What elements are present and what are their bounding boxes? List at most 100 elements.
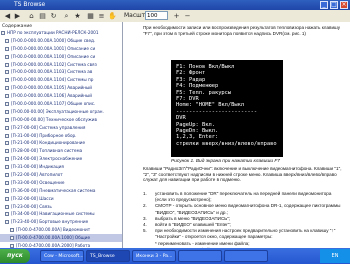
tree-item[interactable]: [П-00.0-000.00.00А.1000] Общие свед.	[0, 37, 122, 45]
tree-item[interactable]: [П-00.0-000.00.00А.1104] Системы пр	[0, 76, 122, 84]
tree-item-label: [П-22-00-00] Автопилот	[11, 172, 63, 178]
tree-item-label: [П-24-00-00] Электроснабжение	[11, 156, 83, 162]
list-icon[interactable]: ≡	[97, 12, 106, 20]
step-item: 1. установить в положение "DR" переключат…	[143, 191, 343, 203]
maximize-button[interactable]: □	[330, 1, 338, 9]
tree-item[interactable]: [П-00.0-000.00.00А.1105] Аварийный	[0, 84, 122, 92]
tree-item[interactable]: [П-24-00-00] Электроснабжение	[0, 155, 122, 163]
window-title: TS Browse	[14, 1, 46, 8]
step-number: 2.	[143, 203, 147, 209]
expand-toggle-icon[interactable]	[1, 31, 5, 35]
search-icon[interactable]: ⌕	[62, 12, 71, 20]
tree-item-label: [П-00-00-00.00] Техническое обслужив	[11, 116, 97, 122]
sidebar-tree: Содержание НПР по эксплуатации РАСНИ-РЕЛ…	[0, 22, 123, 248]
expand-toggle-icon[interactable]	[5, 180, 9, 185]
expand-toggle-icon[interactable]	[5, 86, 9, 91]
expand-toggle-icon[interactable]	[10, 228, 14, 233]
monitor-screen: F1: Понов Вкл/Выкл F2: Фронт F3: Радар F4: …	[171, 60, 283, 157]
expand-toggle-icon[interactable]	[5, 117, 9, 122]
tree-item-label: [П-34-00-00] Навигационные системы	[11, 211, 95, 217]
zoom-in-icon[interactable]: +	[172, 12, 181, 20]
zoom-input[interactable]: 100	[145, 11, 168, 20]
expand-toggle-icon[interactable]	[5, 38, 9, 43]
tree-item[interactable]: [П-36-00-00] Пневматическая система	[0, 187, 122, 195]
expand-toggle-icon[interactable]	[5, 188, 9, 193]
tree-item-label: [П-21-00-00] Кондиционирование	[11, 140, 86, 146]
minimize-button[interactable]: _	[320, 1, 328, 9]
tree-item[interactable]: [П-34-00-00] Навигационные системы	[0, 210, 122, 218]
expand-toggle-icon[interactable]	[5, 54, 9, 59]
expand-toggle-icon[interactable]	[5, 196, 9, 201]
tree-item[interactable]: [П-00.0-000.00.00А.1100] Описание си	[0, 53, 122, 61]
expand-toggle-icon[interactable]	[5, 173, 9, 178]
task-button[interactable]	[224, 250, 268, 262]
tree-item-label: [П-00.0-000.00.00А.1100] Описание си	[11, 53, 96, 59]
tree-item[interactable]: [П-23-00-00] Связь	[0, 203, 122, 211]
tree-item[interactable]: [П-33-00-00] Освещение	[0, 179, 122, 187]
tree-item[interactable]: [П-00.0-000.00.00А.1106] Аварийный	[0, 92, 122, 100]
tree-item[interactable]: НПР по эксплуатации РАСНИ-РЕЛСК-2001	[0, 29, 122, 37]
expand-toggle-icon[interactable]	[5, 204, 9, 209]
tree-item[interactable]: [П-00.0-000.00.00А.1103] Система ав	[0, 68, 122, 76]
tree-item[interactable]: [П-00-00-00.00] Техническое обслужив	[0, 116, 122, 124]
tree-item[interactable]: [П-00.0-000.00.00А.1107] Общие опис.	[0, 100, 122, 108]
title-bar: TS Browse _ □ ×	[0, 0, 350, 10]
expand-toggle-icon[interactable]	[10, 236, 14, 241]
expand-toggle-icon[interactable]	[5, 46, 9, 51]
step-item: 2. СМОТР - открыть основное меню видеомаг…	[143, 203, 343, 215]
tree-item-label: [П-00.0-4700.00.00А] Видеомонит	[16, 227, 91, 233]
tree-item[interactable]: [П-23-40-00] Бортовые внутренние	[0, 218, 122, 226]
hand-icon[interactable]: ✋	[108, 12, 117, 20]
tree-item-label: [П-32-00-00] Шасси	[11, 195, 54, 201]
expand-toggle-icon[interactable]	[5, 149, 9, 154]
tree-item[interactable]: [П-31-00-00] Приборное обор.	[0, 132, 122, 140]
home-icon[interactable]: ⌂	[27, 12, 36, 20]
tree-item-label: [П-31-00-00] Индикация	[11, 164, 64, 170]
tree-item[interactable]: [П-00.0-4700.00.00А] Видеомонит	[0, 226, 122, 234]
forward-icon[interactable]: ▶	[13, 12, 22, 20]
expand-toggle-icon[interactable]	[5, 133, 9, 138]
bookmark-icon[interactable]: ★	[73, 12, 82, 20]
task-button[interactable]: TS_Browse	[86, 250, 130, 262]
task-button[interactable]	[178, 250, 222, 262]
task-button[interactable]: Иконки 3 - Pa...	[132, 250, 176, 262]
expand-toggle-icon[interactable]	[5, 165, 9, 170]
tree-item-label: [П-00.0-000.00.00А.1001] Описание си	[11, 45, 96, 51]
expand-toggle-icon[interactable]	[5, 125, 9, 130]
expand-toggle-icon[interactable]	[5, 141, 9, 146]
expand-toggle-icon[interactable]	[5, 212, 9, 217]
step-item: 5. при необходимости изменения настроек п…	[143, 228, 343, 240]
tree-item[interactable]: [П-00.0-4700.00.00А.1000] Общие	[0, 234, 122, 243]
expand-toggle-icon[interactable]	[5, 62, 9, 67]
tree-item[interactable]: [П-31-00-00] Индикация	[0, 163, 122, 171]
step-number: 1.	[143, 191, 147, 196]
tree-item-label: [П-23-00-00] Связь	[11, 203, 52, 209]
tree-item[interactable]: [П-28-00-00] Топливная система	[0, 147, 122, 155]
tree-item-label: [П-36-00-00] Пневматическая система	[11, 187, 96, 193]
system-tray: EN	[320, 249, 350, 263]
tree-item[interactable]: [П-22-00-00] Автопилот	[0, 171, 122, 179]
expand-toggle-icon[interactable]	[5, 109, 9, 114]
expand-toggle-icon[interactable]	[5, 102, 9, 107]
expand-toggle-icon[interactable]	[5, 78, 9, 83]
tree-item[interactable]: [П-00.00-00.00] Эксплуатационные огран.	[0, 108, 122, 116]
refresh-icon[interactable]: ↻	[49, 12, 58, 20]
figure-caption: Рисунок 1. Вид экрана при нажатии клавиш…	[171, 159, 280, 164]
print-icon[interactable]: ▤	[38, 12, 47, 20]
start-button[interactable]: пуск	[0, 249, 30, 263]
expand-toggle-icon[interactable]	[5, 157, 9, 162]
page-icon[interactable]: ▦	[86, 12, 95, 20]
tree-item[interactable]: [П-32-00-00] Шасси	[0, 195, 122, 203]
expand-toggle-icon[interactable]	[5, 70, 9, 75]
tree-item[interactable]: [П-21-00-00] Кондиционирование	[0, 139, 122, 147]
back-icon[interactable]: ◀	[3, 12, 12, 20]
zoom-out-icon[interactable]: −	[183, 12, 192, 20]
close-button[interactable]: ×	[340, 1, 348, 9]
task-button[interactable]: Cow - Microsoft...	[40, 250, 84, 262]
expand-toggle-icon[interactable]	[5, 94, 9, 99]
tree-item[interactable]: [П-27-00-00] Система управления	[0, 124, 122, 132]
tree-item[interactable]: [П-00.0-000.00.00А.1102] Система связ	[0, 61, 122, 69]
expand-toggle-icon[interactable]	[5, 220, 9, 225]
step-text: СМОТР - открыть основное меню видеомагни…	[155, 203, 341, 215]
tree-item[interactable]: [П-00.0-000.00.00А.1001] Описание си	[0, 45, 122, 53]
